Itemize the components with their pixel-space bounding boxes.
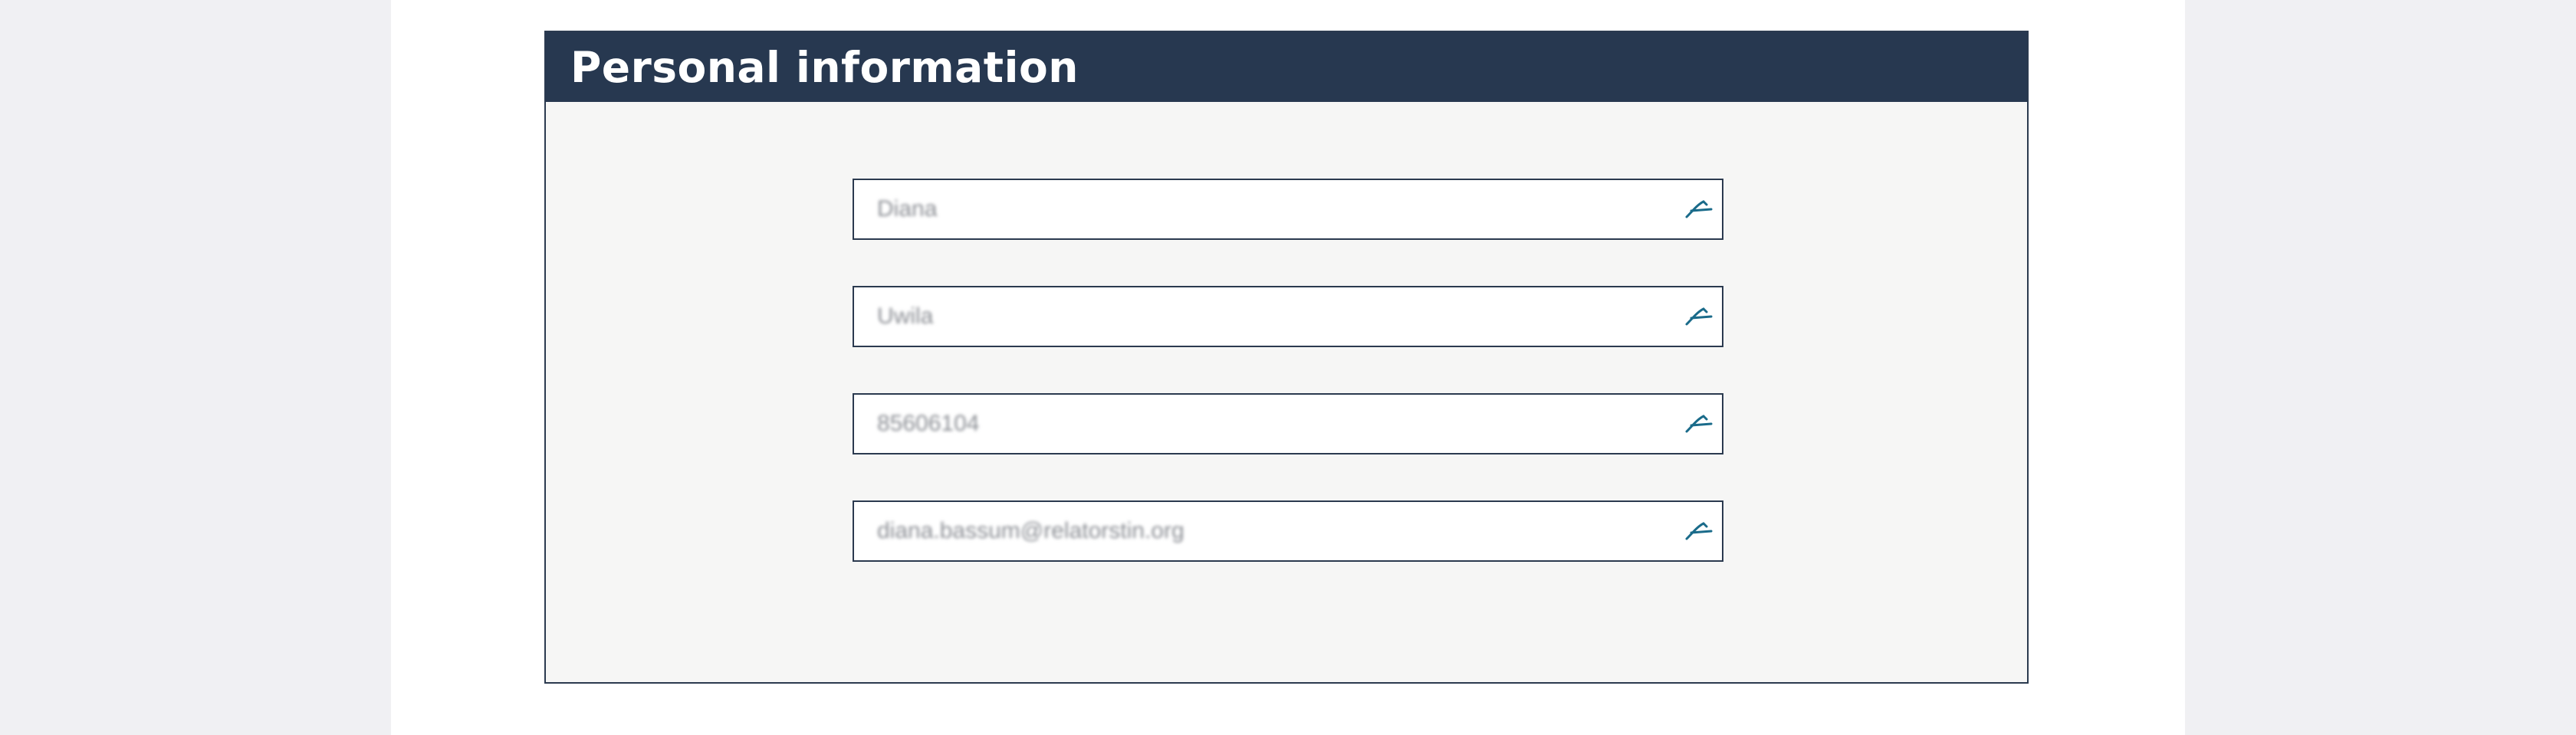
last-name-value: Uwila — [877, 304, 934, 329]
panel-header: Personal information — [546, 32, 2027, 102]
personal-information-panel: Personal information Diana Uwila 8560610… — [544, 31, 2029, 684]
autofill-icon[interactable] — [1676, 500, 1722, 562]
phone-value: 85606104 — [877, 411, 980, 436]
page-content: Personal information Diana Uwila 8560610… — [391, 0, 2185, 735]
email-value: diana.bassum@relatorstin.org — [877, 518, 1184, 543]
autofill-icon[interactable] — [1676, 286, 1722, 347]
first-name-field[interactable]: Diana — [853, 179, 1723, 240]
autofill-icon[interactable] — [1676, 179, 1722, 240]
autofill-icon[interactable] — [1676, 393, 1722, 454]
phone-field[interactable]: 85606104 — [853, 393, 1723, 454]
last-name-field[interactable]: Uwila — [853, 286, 1723, 347]
first-name-value: Diana — [877, 196, 938, 221]
panel-title: Personal information — [570, 42, 1079, 92]
email-field[interactable]: diana.bassum@relatorstin.org — [853, 500, 1723, 562]
